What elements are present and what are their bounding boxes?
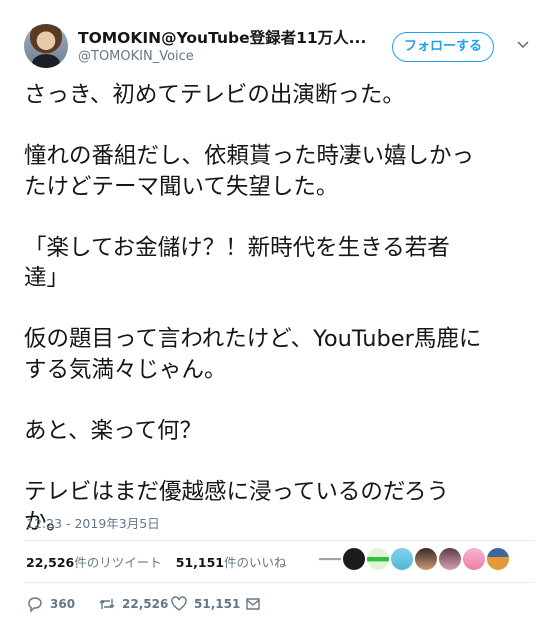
avatar[interactable] <box>390 547 414 571</box>
tweet-paragraph: 憧れの番組だし、依頼貰った時凄い嬉しかっ たけどテーマ聞いて失望した。 <box>24 143 475 200</box>
reply-button[interactable]: 360 <box>26 593 75 615</box>
like-button[interactable]: 51,151 <box>170 593 240 615</box>
like-total[interactable]: 51,151 <box>176 555 224 570</box>
retweet-button[interactable]: 22,526 <box>98 593 168 615</box>
avatar[interactable] <box>462 547 486 571</box>
tweet-header: TOMOKIN@YouTube登録者11万人... @TOMOKIN_Voice… <box>24 24 534 74</box>
avatar[interactable] <box>342 547 366 571</box>
divider <box>24 540 534 541</box>
tweet-paragraph: さっき、初めてテレビの出演断った。 <box>24 82 405 108</box>
heart-icon <box>171 596 187 611</box>
engagement-stats: 22,526件のリツイート 51,151件のいいね <box>26 552 297 571</box>
mail-icon <box>246 598 260 610</box>
tweet-paragraph: 仮の題目って言われたけど、YouTuber馬鹿に する気満々じゃん。 <box>24 326 482 383</box>
tweet-timestamp[interactable]: 12:23 - 2019年3月5日 <box>26 513 160 532</box>
retweet-total[interactable]: 22,526 <box>26 555 74 570</box>
avatar[interactable] <box>318 547 342 571</box>
avatar[interactable] <box>24 24 68 68</box>
dm-button[interactable] <box>244 593 262 615</box>
divider <box>24 582 534 583</box>
retweet-icon <box>99 599 115 609</box>
tweet-paragraph: 「楽してお金儲け？！新時代を生きる若者 達」 <box>24 234 450 292</box>
avatar[interactable] <box>366 547 390 571</box>
like-total-label[interactable]: 件のいいね <box>224 555 287 570</box>
avatar[interactable] <box>486 547 510 571</box>
tweet-paragraph: あと、楽って何？ <box>24 417 202 444</box>
display-name[interactable]: TOMOKIN@YouTube登録者11万人... <box>78 26 374 48</box>
like-count: 51,151 <box>194 597 241 611</box>
follow-button[interactable]: フォローする <box>392 32 494 62</box>
reply-count: 360 <box>50 597 76 611</box>
avatar[interactable] <box>438 547 462 571</box>
retweet-total-label[interactable]: 件のリツイート <box>74 555 162 570</box>
avatar[interactable] <box>414 547 438 571</box>
reply-icon <box>28 597 42 613</box>
chevron-down-icon[interactable] <box>515 36 531 52</box>
tweet-text: さっき、初めてテレビの出演断った。 憧れの番組だし、依頼貰った時凄い嬉しかっ た… <box>24 80 529 538</box>
retweet-count: 22,526 <box>122 597 169 611</box>
user-handle[interactable]: @TOMOKIN_Voice <box>78 49 194 64</box>
